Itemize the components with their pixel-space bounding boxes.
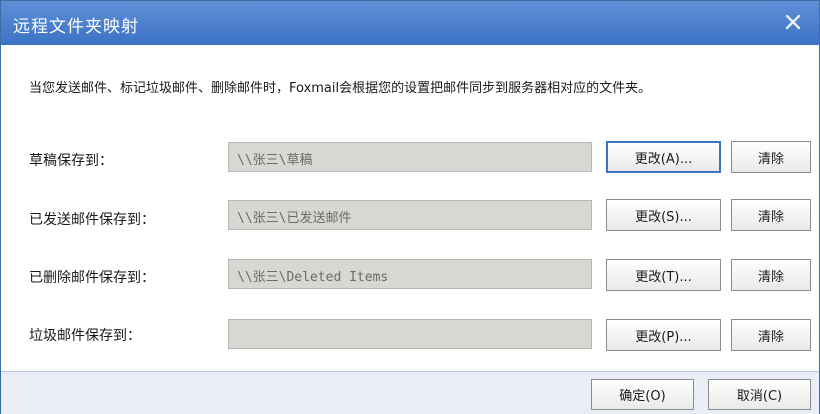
dialog-footer: 确定(O) 取消(C) [1, 371, 819, 414]
junk-path-field [228, 319, 592, 349]
dialog-title: 远程文件夹映射 [13, 17, 139, 37]
sent-change-button[interactable]: 更改(S)... [606, 199, 721, 231]
drafts-label: 草稿保存到： [29, 153, 113, 169]
deleted-path-field: \\张三\Deleted Items [228, 259, 592, 289]
sent-clear-button[interactable]: 清除 [731, 199, 811, 231]
deleted-label: 已删除邮件保存到： [29, 270, 155, 286]
drafts-clear-button[interactable]: 清除 [731, 141, 811, 173]
close-icon-glyph [785, 14, 801, 30]
sent-path-field: \\张三\已发送邮件 [228, 200, 592, 230]
cancel-button[interactable]: 取消(C) [708, 379, 811, 410]
remote-folder-mapping-dialog: 远程文件夹映射 当您发送邮件、标记垃圾邮件、删除邮件时，Foxmail会根据您的… [0, 0, 820, 414]
junk-change-button[interactable]: 更改(P)... [606, 319, 721, 351]
ok-button[interactable]: 确定(O) [591, 379, 694, 410]
description-text: 当您发送邮件、标记垃圾邮件、删除邮件时，Foxmail会根据您的设置把邮件同步到… [29, 81, 652, 96]
deleted-clear-button[interactable]: 清除 [731, 259, 811, 291]
junk-label: 垃圾邮件保存到： [29, 328, 141, 344]
deleted-change-button[interactable]: 更改(T)... [606, 259, 721, 291]
drafts-change-button[interactable]: 更改(A)... [606, 141, 721, 173]
title-bar[interactable]: 远程文件夹映射 [1, 1, 819, 45]
drafts-path-field: \\张三\草稿 [228, 142, 592, 172]
junk-clear-button[interactable]: 清除 [731, 319, 811, 351]
close-icon[interactable] [781, 10, 805, 34]
sent-label: 已发送邮件保存到： [29, 212, 155, 228]
